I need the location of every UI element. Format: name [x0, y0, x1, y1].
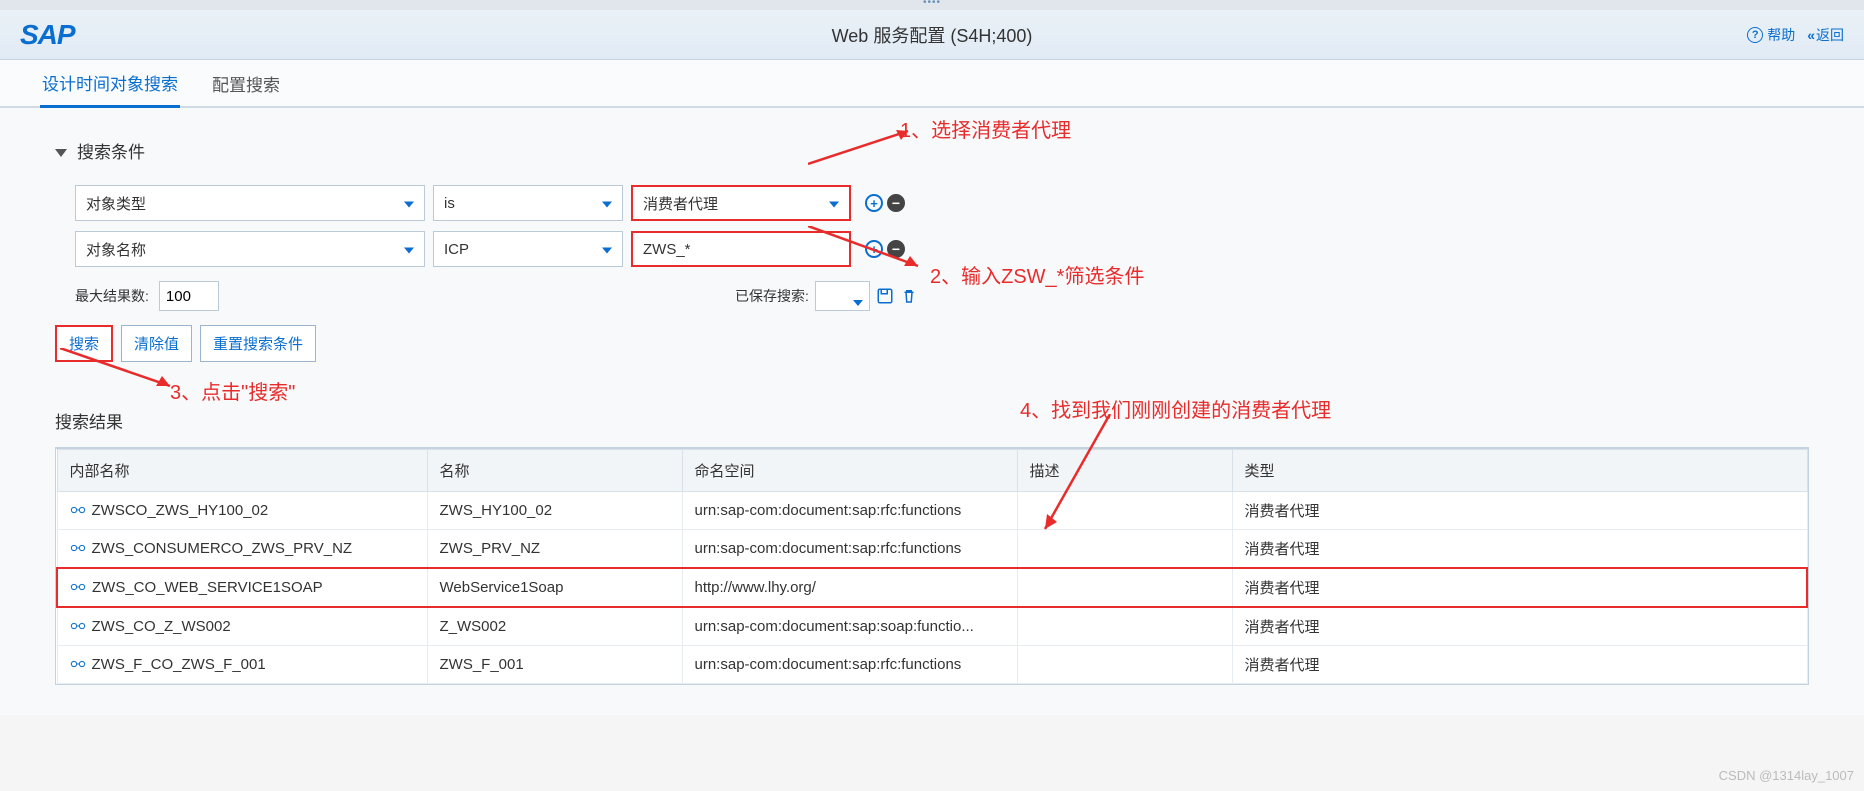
cell-name: Z_WS002: [427, 607, 682, 646]
cell-description: [1017, 607, 1232, 646]
table-row[interactable]: ZWSCO_ZWS_HY100_02ZWS_HY100_02urn:sap-co…: [57, 492, 1807, 530]
reset-button[interactable]: 重置搜索条件: [200, 325, 316, 362]
value-select-consumer-proxy[interactable]: 消费者代理: [631, 185, 851, 221]
col-description[interactable]: 描述: [1017, 450, 1232, 492]
cell-type: 消费者代理: [1232, 568, 1807, 607]
cell-internal-name[interactable]: ZWS_CO_Z_WS002: [57, 607, 427, 646]
max-results-input[interactable]: [159, 281, 219, 311]
table-row[interactable]: ZWS_CO_Z_WS002Z_WS002urn:sap-com:documen…: [57, 607, 1807, 646]
save-icon[interactable]: [876, 287, 894, 305]
cell-name: ZWS_F_001: [427, 646, 682, 684]
field-select-object-type[interactable]: 对象类型: [75, 185, 425, 221]
criteria-row: 对象名称 ICP ZWS_* + −: [75, 231, 1809, 267]
operator-select[interactable]: ICP: [433, 231, 623, 267]
cell-name: WebService1Soap: [427, 568, 682, 607]
results-table: 内部名称 名称 命名空间 描述 类型 ZWSCO_ZWS_HY100_02ZWS…: [55, 447, 1809, 685]
glasses-icon: [70, 656, 86, 673]
table-row[interactable]: ZWS_CONSUMERCO_ZWS_PRV_NZZWS_PRV_NZurn:s…: [57, 530, 1807, 569]
help-link[interactable]: ? 帮助: [1747, 25, 1795, 45]
field-select-object-name[interactable]: 对象名称: [75, 231, 425, 267]
table-row[interactable]: ZWS_CO_WEB_SERVICE1SOAPWebService1Soapht…: [57, 568, 1807, 607]
chevron-down-icon: [853, 293, 863, 309]
help-label: 帮助: [1767, 25, 1795, 45]
glasses-icon: [70, 540, 86, 557]
chevron-down-icon: [404, 195, 414, 212]
op-value: is: [444, 195, 455, 212]
results-title: 搜索结果: [55, 408, 1809, 433]
glasses-icon: [70, 502, 86, 519]
field-value: 对象名称: [86, 239, 146, 260]
glasses-icon: [70, 579, 86, 596]
cell-namespace: urn:sap-com:document:sap:soap:functio...: [682, 607, 1017, 646]
cell-name: ZWS_HY100_02: [427, 492, 682, 530]
chevron-down-icon: [829, 195, 839, 212]
chevron-down-icon: [404, 241, 414, 258]
cell-description: [1017, 646, 1232, 684]
table-row[interactable]: ZWS_F_CO_ZWS_F_001ZWS_F_001urn:sap-com:d…: [57, 646, 1807, 684]
glasses-icon: [70, 618, 86, 635]
add-row-icon[interactable]: +: [865, 240, 883, 258]
drag-handle[interactable]: [0, 0, 1864, 10]
search-button[interactable]: 搜索: [55, 325, 113, 362]
tab-config-search[interactable]: 配置搜索: [210, 61, 282, 106]
remove-row-icon[interactable]: −: [887, 194, 905, 212]
tab-design-time-search[interactable]: 设计时间对象搜索: [40, 60, 180, 108]
cell-namespace: urn:sap-com:document:sap:rfc:functions: [682, 646, 1017, 684]
cell-description: [1017, 568, 1232, 607]
cell-type: 消费者代理: [1232, 530, 1807, 569]
col-internal-name[interactable]: 内部名称: [57, 450, 427, 492]
tab-bar: 设计时间对象搜索 配置搜索: [0, 60, 1864, 108]
remove-row-icon[interactable]: −: [887, 240, 905, 258]
cell-internal-name[interactable]: ZWS_F_CO_ZWS_F_001: [57, 646, 427, 684]
op-value: ICP: [444, 241, 469, 258]
cell-internal-name[interactable]: ZWSCO_ZWS_HY100_02: [57, 492, 427, 530]
clear-button[interactable]: 清除值: [121, 325, 192, 362]
saved-search-label: 已保存搜索:: [735, 286, 809, 306]
cell-type: 消费者代理: [1232, 492, 1807, 530]
chevron-down-icon: [602, 241, 612, 258]
value-text: ZWS_*: [643, 241, 691, 258]
chevron-down-icon: [55, 149, 67, 157]
cell-name: ZWS_PRV_NZ: [427, 530, 682, 569]
chevron-down-icon: [602, 195, 612, 212]
delete-icon[interactable]: [900, 287, 918, 305]
col-name[interactable]: 名称: [427, 450, 682, 492]
cell-internal-name[interactable]: ZWS_CONSUMERCO_ZWS_PRV_NZ: [57, 530, 427, 569]
cell-description: [1017, 530, 1232, 569]
col-namespace[interactable]: 命名空间: [682, 450, 1017, 492]
cell-type: 消费者代理: [1232, 646, 1807, 684]
cell-namespace: http://www.lhy.org/: [682, 568, 1017, 607]
cell-type: 消费者代理: [1232, 607, 1807, 646]
add-row-icon[interactable]: +: [865, 194, 883, 212]
watermark: CSDN @1314lay_1007: [1719, 768, 1854, 783]
criteria-row: 对象类型 is 消费者代理 + −: [75, 185, 1809, 221]
saved-search-select[interactable]: [815, 281, 870, 311]
criteria-title: 搜索条件: [77, 138, 145, 163]
page-title: Web 服务配置 (S4H;400): [832, 22, 1033, 48]
content-area: 搜索条件 对象类型 is 消费者代理 + − 对象名称 ICP: [0, 108, 1864, 715]
operator-select[interactable]: is: [433, 185, 623, 221]
cell-namespace: urn:sap-com:document:sap:rfc:functions: [682, 492, 1017, 530]
cell-internal-name[interactable]: ZWS_CO_WEB_SERVICE1SOAP: [57, 568, 427, 607]
help-icon: ?: [1747, 27, 1763, 43]
value-input-pattern[interactable]: ZWS_*: [631, 231, 851, 267]
header: SAP Web 服务配置 (S4H;400) ? 帮助 « 返回: [0, 10, 1864, 60]
cell-namespace: urn:sap-com:document:sap:rfc:functions: [682, 530, 1017, 569]
annotation-3: 3、点击"搜索": [170, 376, 295, 405]
col-type[interactable]: 类型: [1232, 450, 1807, 492]
chevron-left-icon: «: [1807, 27, 1812, 43]
max-results-label: 最大结果数:: [75, 286, 149, 306]
criteria-header[interactable]: 搜索条件: [55, 138, 1809, 163]
cell-description: [1017, 492, 1232, 530]
field-value: 对象类型: [86, 193, 146, 214]
value-text: 消费者代理: [643, 193, 718, 214]
back-label: 返回: [1816, 25, 1844, 45]
sap-logo: SAP: [20, 19, 75, 51]
back-link[interactable]: « 返回: [1807, 25, 1844, 45]
